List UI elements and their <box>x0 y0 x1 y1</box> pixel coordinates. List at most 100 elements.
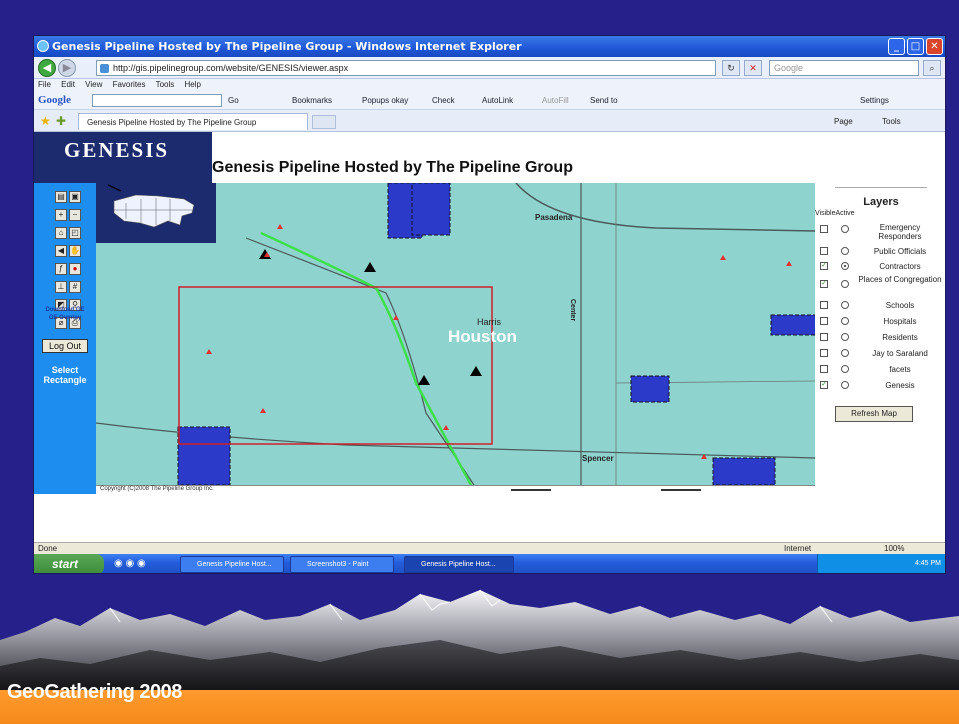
screenshot-frame: Genesis Pipeline Hosted by The Pipeline … <box>33 35 946 574</box>
pan-hand-icon[interactable]: ✋ <box>69 245 81 257</box>
window-titlebar: Genesis Pipeline Hosted by The Pipeline … <box>34 36 945 57</box>
web-page: GENESIS Genesis Pipeline Hosted by The P… <box>34 132 945 542</box>
page-icon <box>100 64 109 73</box>
menu-tools[interactable]: Tools <box>156 80 175 89</box>
back-button[interactable]: ◀ <box>38 59 56 77</box>
layer-visible-checkbox[interactable]: ✓ <box>820 280 828 288</box>
layers-title: Layers <box>835 187 927 208</box>
refresh-map-button[interactable]: Refresh Map <box>835 406 913 422</box>
tab-genesis[interactable]: Genesis Pipeline Hosted by The Pipeline … <box>78 113 308 130</box>
layer-name: facets <box>889 365 911 374</box>
search-placeholder: Google <box>774 63 804 73</box>
visible-column-header: Visible <box>815 210 836 217</box>
zoom-level[interactable]: 100% <box>884 544 904 553</box>
new-tab-button[interactable] <box>312 115 336 129</box>
layer-visible-checkbox[interactable] <box>820 317 828 325</box>
favorites-star-icon[interactable]: ★ <box>40 114 51 128</box>
minimize-button[interactable]: _ <box>888 38 905 55</box>
maximize-button[interactable]: □ <box>907 38 924 55</box>
layer-name: Contractors <box>879 262 921 271</box>
url-input[interactable]: http://gis.pipelinegroup.com/website/GEN… <box>96 60 716 76</box>
layer-active-radio[interactable] <box>841 247 849 255</box>
autolink-button[interactable]: AutoLink <box>482 96 513 105</box>
taskbar-item-active[interactable]: Genesis Pipeline Host... <box>404 556 514 573</box>
facility-marker <box>259 249 271 259</box>
quick-launch-icons[interactable]: ◉ ◉ ◉ <box>114 558 146 569</box>
taskbar-item[interactable]: Screenshot3 - Paint <box>290 556 394 573</box>
menu-file[interactable]: File <box>38 80 51 89</box>
layer-visible-checkbox[interactable] <box>820 247 828 255</box>
forward-button[interactable]: ▶ <box>58 59 76 77</box>
tools-menu-button[interactable]: Tools <box>882 117 901 126</box>
settings-button[interactable]: Settings <box>860 96 889 105</box>
layer-active-radio[interactable] <box>841 349 849 357</box>
add-favorite-icon[interactable]: ✚ <box>56 114 66 128</box>
zoom-out-icon[interactable]: − <box>69 209 81 221</box>
layer-visible-checkbox[interactable] <box>820 365 828 373</box>
overview-icon[interactable]: ▣ <box>69 191 81 203</box>
status-bar: Done Internet 100% <box>34 542 945 554</box>
menu-help[interactable]: Help <box>185 80 201 89</box>
toc-icon[interactable]: ▤ <box>55 191 67 203</box>
layer-active-radio[interactable] <box>841 225 849 233</box>
layer-active-radio[interactable] <box>841 381 849 389</box>
layer-active-radio[interactable] <box>841 262 849 270</box>
layer-active-radio[interactable] <box>841 280 849 288</box>
search-icon[interactable]: ⌕ <box>923 60 941 76</box>
taskbar-item-label: Screenshot3 - Paint <box>307 561 369 568</box>
map-label-harris: Harris <box>477 317 501 327</box>
contractor-marker <box>443 425 449 430</box>
layer-row: ✓ Places of Congregation <box>820 275 942 297</box>
start-label: start <box>52 557 79 571</box>
active-extent-icon[interactable]: ◰ <box>69 227 81 239</box>
google-search-input[interactable] <box>92 94 222 107</box>
select-icon[interactable]: # <box>69 281 81 293</box>
stop-icon[interactable]: ✕ <box>744 60 762 76</box>
start-button[interactable]: start <box>34 554 104 573</box>
layer-active-radio[interactable] <box>841 333 849 341</box>
layer-visible-checkbox[interactable] <box>820 333 828 341</box>
refresh-icon[interactable]: ↻ <box>722 60 740 76</box>
measure-icon[interactable]: ⊥ <box>55 281 67 293</box>
logout-button[interactable]: Log Out <box>42 339 88 353</box>
status-text: Done <box>38 544 58 553</box>
full-extent-icon[interactable]: ⌂ <box>55 227 67 239</box>
page-menu-button[interactable]: Page <box>834 117 853 126</box>
zoom-in-icon[interactable]: + <box>55 209 67 221</box>
search-input[interactable]: Google <box>769 60 919 76</box>
menu-favorites[interactable]: Favorites <box>113 80 146 89</box>
layer-active-radio[interactable] <box>841 317 849 325</box>
layer-visible-checkbox[interactable] <box>820 349 828 357</box>
scale-bar <box>511 489 551 491</box>
menu-edit[interactable]: Edit <box>61 80 75 89</box>
popups-button[interactable]: Popups okay <box>362 96 408 105</box>
layer-visible-checkbox[interactable] <box>820 301 828 309</box>
layer-active-radio[interactable] <box>841 301 849 309</box>
layer-visible-checkbox[interactable] <box>820 225 828 233</box>
info-icon[interactable]: ● <box>69 263 81 275</box>
autofill-button[interactable]: AutoFill <box>542 96 569 105</box>
layer-name: Emergency Responders <box>878 223 922 241</box>
clock[interactable]: 4:45 PM <box>915 560 941 567</box>
google-go-button[interactable]: Go <box>228 96 239 105</box>
taskbar-item[interactable]: Genesis Pipeline Host... <box>180 556 284 573</box>
layer-active-radio[interactable] <box>841 365 849 373</box>
overview-map[interactable] <box>96 183 216 243</box>
bookmarks-button[interactable]: Bookmarks <box>292 96 332 105</box>
layer-visible-checkbox[interactable]: ✓ <box>820 262 828 270</box>
google-brand: Google <box>38 94 71 106</box>
back-extent-icon[interactable]: ◀ <box>55 245 67 257</box>
check-button[interactable]: Check <box>432 96 455 105</box>
layers-panel: Layers VisibleActive Emergency Responder… <box>815 183 945 494</box>
close-button[interactable]: ✕ <box>926 38 943 55</box>
contractor-marker <box>277 224 283 229</box>
send-to-button[interactable]: Send to <box>590 96 618 105</box>
map-view[interactable]: Pasadena Harris Houston Center Spencer C… <box>96 183 815 494</box>
ge-overlay-link[interactable]: GE Overlay <box>34 314 96 322</box>
taskbar-item-label: Genesis Pipeline Host... <box>421 561 496 568</box>
map-label-center: Center <box>569 299 576 322</box>
identify-icon[interactable]: ƒ <box>55 263 67 275</box>
download-ge-link[interactable]: Download GE <box>34 306 96 314</box>
menu-view[interactable]: View <box>85 80 102 89</box>
layer-visible-checkbox[interactable]: ✓ <box>820 381 828 389</box>
